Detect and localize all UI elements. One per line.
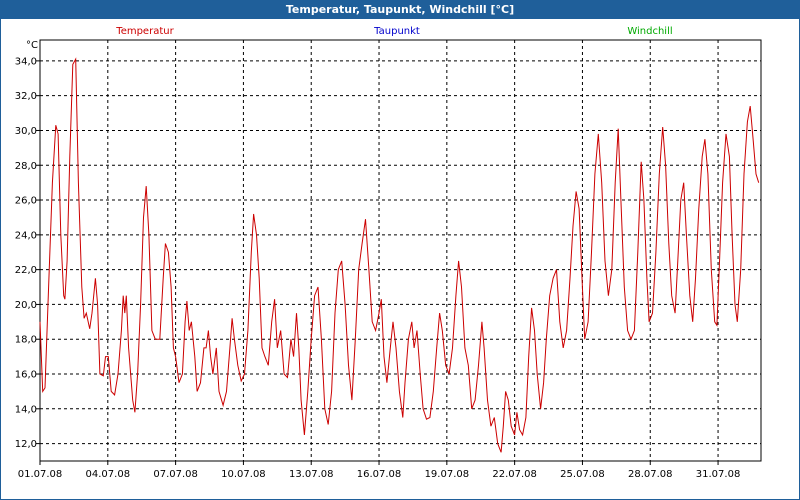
y-tick-label: 18,0 bbox=[15, 335, 37, 346]
y-tick-label: 32,0 bbox=[15, 91, 37, 102]
y-tick-label: 34,0 bbox=[15, 56, 37, 67]
y-tick-label: 28,0 bbox=[15, 161, 37, 172]
x-tick-label: 19.07.08 bbox=[425, 469, 470, 480]
x-tick-label: 04.07.08 bbox=[86, 469, 131, 480]
y-tick-label: 20,0 bbox=[15, 300, 37, 311]
legend-entry: Windchill bbox=[627, 26, 672, 37]
y-axis-label: °C bbox=[26, 40, 38, 51]
y-tick-label: 14,0 bbox=[15, 404, 37, 415]
line-chart: 12,0 14,0 16,0 18,0 20,0 22,0 24,0 26,0 28,0 30,0… bbox=[15, 26, 762, 480]
y-tick-label: 24,0 bbox=[15, 230, 37, 241]
legend-entry: Taupunkt bbox=[373, 26, 420, 37]
y-tick-label: 12,0 bbox=[15, 439, 37, 450]
x-axis-ticks: 01.07.08 04.07.08 07.07.08 10.07.08 13.07.08… bbox=[18, 461, 741, 480]
x-tick-label: 13.07.08 bbox=[289, 469, 334, 480]
x-tick-label: 01.07.08 bbox=[18, 469, 63, 480]
x-tick-label: 10.07.08 bbox=[221, 469, 266, 480]
x-tick-label: 31.07.08 bbox=[696, 469, 741, 480]
x-tick-label: 25.07.08 bbox=[560, 469, 605, 480]
legend: Temperatur Taupunkt Windchill bbox=[115, 26, 672, 37]
x-tick-label: 28.07.08 bbox=[628, 469, 673, 480]
y-tick-label: 22,0 bbox=[15, 265, 37, 276]
y-tick-label: 30,0 bbox=[15, 126, 37, 137]
legend-entry: Temperatur bbox=[115, 26, 174, 37]
x-tick-label: 07.07.08 bbox=[153, 469, 198, 480]
x-tick-label: 22.07.08 bbox=[492, 469, 537, 480]
y-tick-label: 26,0 bbox=[15, 196, 37, 207]
y-axis-ticks: 12,0 14,0 16,0 18,0 20,0 22,0 24,0 26,0 28,0 30,0… bbox=[15, 56, 40, 450]
y-tick-label: 16,0 bbox=[15, 370, 37, 381]
x-tick-label: 16.07.08 bbox=[357, 469, 402, 480]
